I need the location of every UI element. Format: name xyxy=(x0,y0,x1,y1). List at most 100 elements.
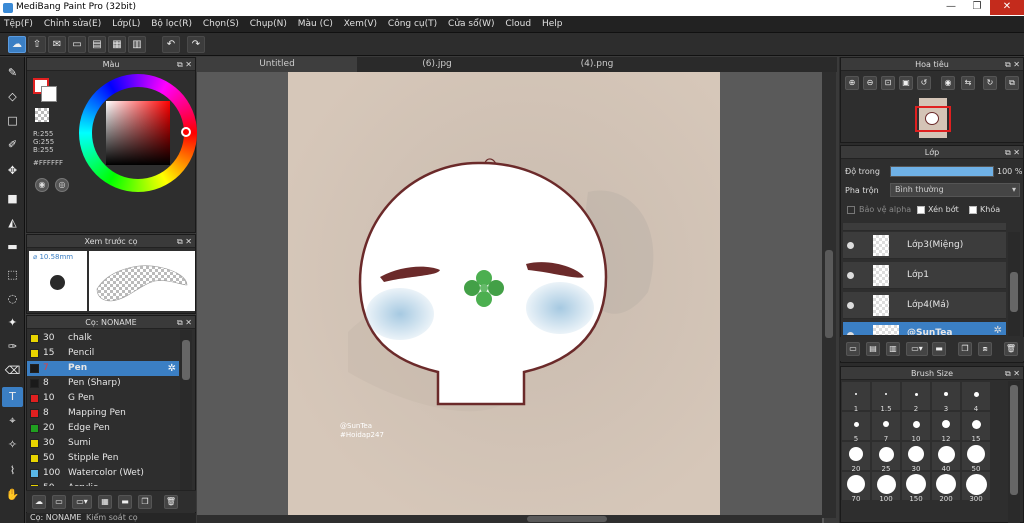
hand-tool-icon[interactable]: ✋ xyxy=(2,485,23,505)
eye-icon[interactable] xyxy=(847,242,854,249)
new-halftone-layer-icon[interactable]: ▤ xyxy=(866,342,880,356)
eye-icon[interactable] xyxy=(847,302,854,309)
select-pen-icon[interactable]: ✑ xyxy=(2,337,23,357)
layer-row[interactable]: Lớp3(Miệng) xyxy=(843,232,1006,259)
close-button[interactable]: ✕ xyxy=(990,0,1024,15)
navigator-viewport-frame[interactable] xyxy=(915,106,951,132)
menu-file[interactable]: Tệp(F) xyxy=(0,16,37,33)
brush-folder-icon[interactable]: ▬ xyxy=(118,495,132,509)
brush-list-item[interactable]: 50 Stipple Pen xyxy=(27,451,179,466)
new-layer-icon[interactable]: ▭ xyxy=(846,342,860,356)
brush-list-item[interactable]: 30 chalk xyxy=(27,331,179,346)
menu-cloud[interactable]: Cloud xyxy=(501,16,535,33)
rotate-left-icon[interactable]: ↺ xyxy=(917,76,931,90)
menu-edit[interactable]: Chỉnh sửa(E) xyxy=(40,16,105,33)
brush-list-item[interactable]: 8 Mapping Pen xyxy=(27,406,179,421)
new-8bit-layer-icon[interactable]: ▥ xyxy=(886,342,900,356)
export-icon[interactable]: ⇧ xyxy=(28,36,46,53)
layer-row-partial[interactable] xyxy=(843,223,1006,231)
brush-list-item[interactable]: 8 Pen (Sharp) xyxy=(27,376,179,391)
menu-snap[interactable]: Chụp(N) xyxy=(246,16,291,33)
flip-icon[interactable]: ⇆ xyxy=(961,76,975,90)
blend-mode-select[interactable]: Bình thường ▾ xyxy=(890,183,1020,197)
move-tool-icon[interactable]: ✥ xyxy=(2,161,23,181)
zoom-out-icon[interactable]: ⊖ xyxy=(863,76,877,90)
menu-view[interactable]: Xem(V) xyxy=(340,16,381,33)
background-color-swatch[interactable] xyxy=(41,86,57,102)
hue-handle[interactable] xyxy=(181,127,191,137)
menu-tools[interactable]: Công cụ(T) xyxy=(384,16,441,33)
mirror-icon[interactable]: ⧉ xyxy=(1005,76,1019,90)
canvas-hscroll-thumb[interactable] xyxy=(527,516,607,522)
saturation-value-square[interactable] xyxy=(106,101,170,165)
opacity-slider[interactable] xyxy=(890,166,994,177)
bucket-tool-icon[interactable]: ◭ xyxy=(2,213,23,233)
brush-list-item[interactable]: 100 Watercolor (Wet) xyxy=(27,466,179,481)
zoom-in-icon[interactable]: ⊕ xyxy=(845,76,859,90)
menu-select[interactable]: Chọn(S) xyxy=(199,16,243,33)
brush-size-scroll-thumb[interactable] xyxy=(1010,385,1018,495)
panel-controls-icon[interactable]: ⧉ ✕ xyxy=(177,316,192,329)
brush-list-item[interactable]: 10 G Pen xyxy=(27,391,179,406)
brush-list-item[interactable]: 30 Sumi xyxy=(27,436,179,451)
clip-checkbox[interactable] xyxy=(917,206,925,214)
tab-untitled[interactable]: Untitled xyxy=(197,57,357,72)
new-brush-icon[interactable]: ▭ xyxy=(52,495,66,509)
text-tool-icon[interactable]: T xyxy=(2,387,23,407)
brush-list-item[interactable]: 50 Acrylic xyxy=(27,481,179,486)
brush-list-item[interactable]: 7 Pen ✲ xyxy=(27,361,179,376)
cloud-icon[interactable]: ☁ xyxy=(8,36,26,53)
add-layer-menu-icon[interactable]: ▭▾ xyxy=(906,342,928,356)
palette-icon[interactable]: ◉ xyxy=(35,178,49,192)
magic-wand-icon[interactable]: ✦ xyxy=(2,313,23,333)
protect-alpha-checkbox[interactable] xyxy=(847,206,855,214)
gear-icon[interactable]: ✲ xyxy=(168,361,176,376)
brush-size-scrollbar[interactable] xyxy=(1008,381,1020,523)
layer-row[interactable]: Lớp1 xyxy=(843,262,1006,289)
lock-checkbox[interactable] xyxy=(969,206,977,214)
layer-row-selected[interactable]: @SunTea ✲ xyxy=(843,322,1006,336)
operation-tool-icon[interactable]: ⌖ xyxy=(2,411,23,431)
select-rect-icon[interactable]: ⬚ xyxy=(2,265,23,285)
minimize-button[interactable]: — xyxy=(938,0,964,15)
brush-tool-icon[interactable]: ✎ xyxy=(2,63,23,83)
comment-icon[interactable]: ✉ xyxy=(48,36,66,53)
rotate-right-icon[interactable]: ↻ xyxy=(983,76,997,90)
panel-controls-icon[interactable]: ⧉ ✕ xyxy=(177,235,192,248)
drawing-canvas[interactable]: @SunTea #Hoidap247 xyxy=(288,72,720,523)
blur-tool-icon[interactable]: ✧ xyxy=(2,435,23,455)
panel-controls-icon[interactable]: ⧉ ✕ xyxy=(1005,146,1020,159)
menu-help[interactable]: Help xyxy=(538,16,567,33)
color-history-icon[interactable]: ◎ xyxy=(55,178,69,192)
eye-icon[interactable] xyxy=(847,272,854,279)
layer-row[interactable]: Lớp4(Má) xyxy=(843,292,1006,319)
actual-size-icon[interactable]: ▣ xyxy=(899,76,913,90)
tab-brush-control[interactable]: Kiểm soát cọ xyxy=(86,513,138,523)
new-file-icon[interactable]: ▭ xyxy=(68,36,86,53)
fit-icon[interactable]: ⊡ xyxy=(881,76,895,90)
canvas-horizontal-scrollbar[interactable] xyxy=(197,515,822,523)
menu-color[interactable]: Màu (C) xyxy=(294,16,337,33)
brush-settings-icon[interactable]: ▦ xyxy=(98,495,112,509)
dot-tool-icon[interactable]: □ xyxy=(2,111,23,131)
gear-icon[interactable]: ✲ xyxy=(994,325,1002,335)
layer-scrollbar[interactable] xyxy=(1008,232,1020,336)
delete-brush-icon[interactable]: 🗑 xyxy=(164,495,178,509)
duplicate-brush-icon[interactable]: ❐ xyxy=(138,495,152,509)
transparent-swatch[interactable] xyxy=(35,108,49,122)
layer-scroll-thumb[interactable] xyxy=(1010,272,1018,312)
layer-folder-icon[interactable]: ▬ xyxy=(932,342,946,356)
delete-layer-icon[interactable]: 🗑 xyxy=(1004,342,1018,356)
menu-layer[interactable]: Lớp(L) xyxy=(108,16,144,33)
eraser-tool-icon[interactable]: ◇ xyxy=(2,87,23,107)
menu-filter[interactable]: Bộ lọc(R) xyxy=(147,16,196,33)
canvas-scroll-thumb[interactable] xyxy=(825,250,833,338)
pen-tool-icon[interactable]: ✐ xyxy=(2,135,23,155)
lasso-icon[interactable]: ◌ xyxy=(2,289,23,309)
save-icon[interactable]: ▥ xyxy=(128,36,146,53)
grid-icon[interactable]: ▦ xyxy=(108,36,126,53)
redo-icon[interactable]: ↷ xyxy=(187,36,205,53)
undo-icon[interactable]: ↶ xyxy=(162,36,180,53)
tab-6-jpg[interactable]: (6).jpg xyxy=(357,57,517,72)
eye-icon[interactable] xyxy=(847,332,854,335)
